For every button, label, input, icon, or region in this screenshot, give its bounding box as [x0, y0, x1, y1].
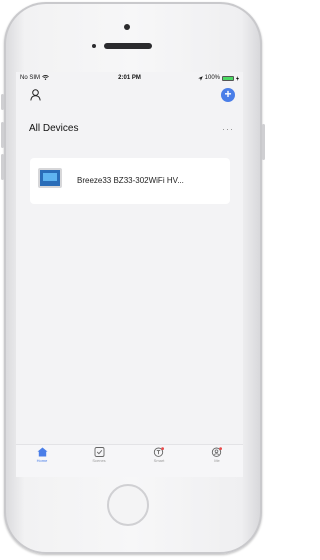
me-icon	[211, 447, 222, 457]
device-thumbnail	[38, 168, 62, 188]
mute-switch	[1, 94, 4, 110]
status-right: 100%	[197, 75, 239, 81]
page-title: All Devices	[29, 123, 79, 134]
battery-fill	[223, 76, 233, 80]
tab-me[interactable]: Me	[197, 447, 237, 463]
more-button[interactable]: ···	[222, 124, 234, 134]
front-camera	[124, 24, 130, 30]
device-card[interactable]: Breeze33 BZ33-302WiFi HV...	[30, 158, 230, 204]
tab-smart[interactable]: Smart	[139, 447, 179, 463]
tab-bar: Home Scenes Smart Me	[16, 444, 243, 477]
battery-percent: 100%	[204, 75, 220, 81]
proximity-sensor	[92, 44, 96, 48]
volume-down-button	[1, 154, 4, 180]
earpiece-speaker	[104, 43, 152, 49]
device-thumbnail-display	[43, 173, 57, 181]
tab-home[interactable]: Home	[22, 447, 62, 463]
user-icon	[30, 89, 41, 101]
smart-icon	[153, 447, 164, 457]
power-button	[262, 124, 265, 160]
tab-home-label: Home	[36, 458, 48, 463]
profile-button[interactable]	[30, 88, 41, 106]
add-device-button[interactable]: +	[221, 88, 235, 102]
status-bar: No SIM 2:01 PM 100%	[16, 72, 243, 86]
home-button[interactable]	[107, 484, 149, 526]
tab-scenes[interactable]: Scenes	[79, 447, 119, 463]
home-icon	[37, 447, 47, 457]
device-name: Breeze33 BZ33-302WiFi HV...	[77, 176, 184, 185]
battery-icon	[222, 75, 234, 81]
tab-me-label: Me	[214, 458, 220, 463]
app-screen: No SIM 2:01 PM 100% + All Devices ··· Br…	[16, 72, 243, 477]
volume-up-button	[1, 122, 4, 148]
checkbox-icon	[94, 447, 104, 457]
tab-smart-label: Smart	[153, 458, 165, 463]
tab-scenes-label: Scenes	[92, 458, 106, 463]
charging-icon	[236, 75, 239, 81]
location-arrow-icon	[197, 75, 203, 81]
